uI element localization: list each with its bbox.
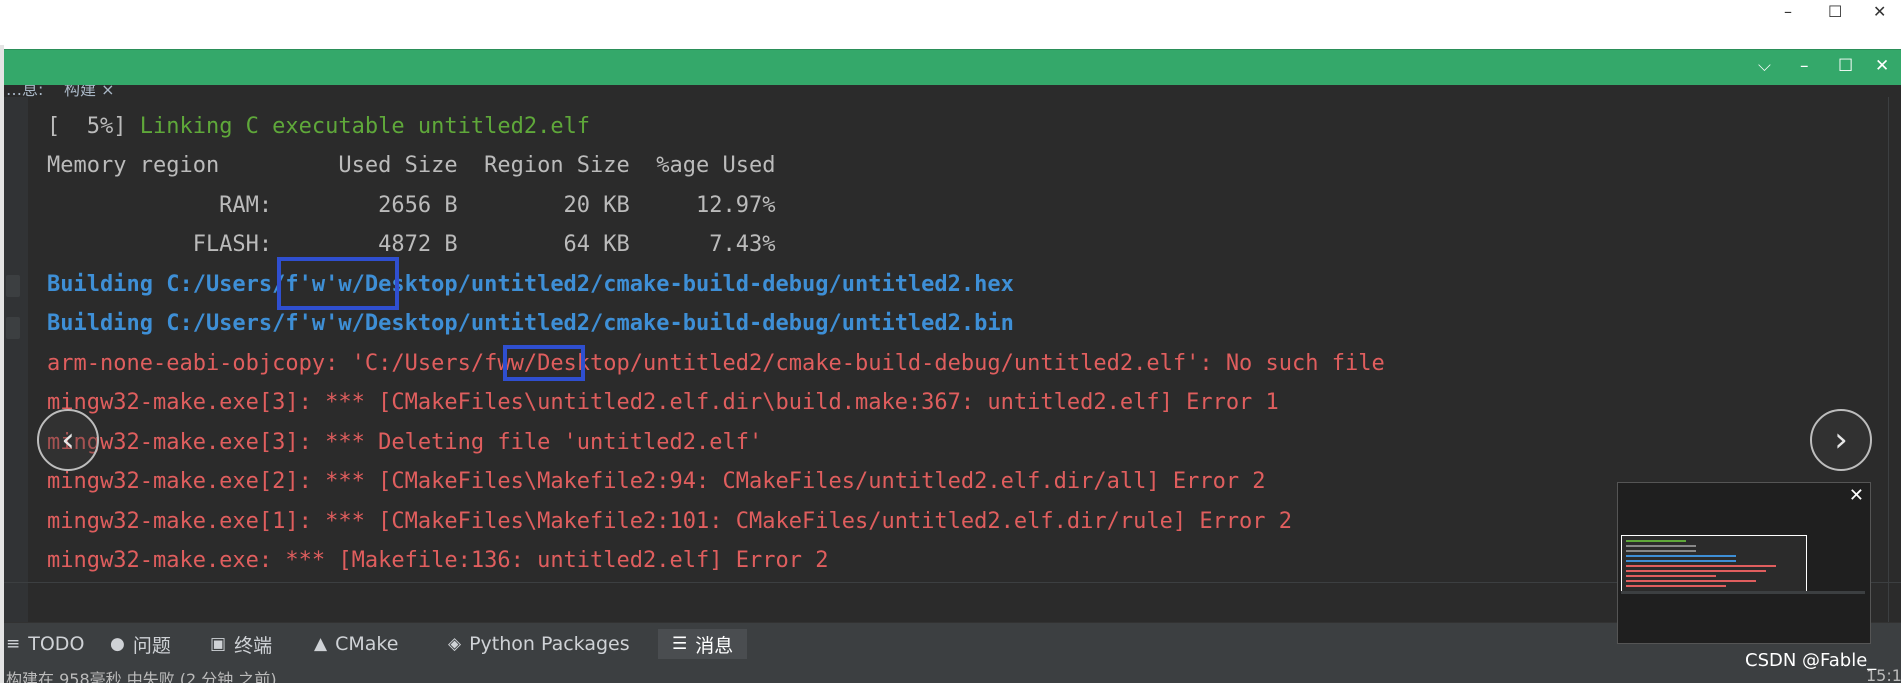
thumbnail-toolbar (1621, 591, 1865, 594)
packages-icon: ◈ (448, 634, 462, 654)
panel-close-button[interactable]: ✕ (1875, 56, 1889, 76)
tool-messages[interactable]: ☰ 消息 (658, 629, 748, 659)
tool-python-packages[interactable]: ◈ Python Packages (448, 629, 630, 659)
tool-terminal[interactable]: ▣ 终端 (210, 629, 272, 659)
tool-problems[interactable]: ● 问题 (110, 629, 171, 659)
tool-window-header (4, 49, 1901, 86)
building-bin-line[interactable]: Building C:/Users/f'w'w/Desktop/untitled… (47, 311, 1014, 337)
thumbnail-viewport (1621, 535, 1807, 594)
objcopy-error-line: arm-none-eabi-objcopy: 'C:/Users/fww/Des… (47, 351, 1385, 376)
memory-row-flash: FLASH: 4872 B 64 KB 7.43% (47, 232, 776, 257)
make-error-line: mingw32-make.exe: *** [Makefile:136: unt… (47, 548, 829, 573)
building-hex-line[interactable]: Building C:/Users/f'w'w/Desktop/untitled… (47, 272, 1014, 298)
todo-icon: ≡ (6, 634, 21, 654)
thumbnail-preview[interactable]: ✕ (1617, 482, 1871, 644)
thumbnail-close-button[interactable]: ✕ (1849, 485, 1864, 506)
status-bar: 构建在 958毫秒 中失败 (2 分钟 之前) 15:1 (4, 664, 1901, 683)
terminal-icon: ▣ (210, 634, 227, 654)
make3-error-line: mingw32-make.exe[3]: *** [CMakeFiles\unt… (47, 390, 1279, 415)
tool-cmake[interactable]: ▲ CMake (314, 629, 398, 659)
progress-prefix: [ 5%] (47, 114, 140, 139)
window-maximize-button[interactable]: ☐ (1828, 2, 1842, 21)
panel-options-dropdown[interactable]: ⌵ (1758, 56, 1771, 76)
gutter-marker[interactable] (6, 317, 20, 339)
tool-cmake-label: CMake (335, 633, 399, 655)
cmake-icon: ▲ (314, 634, 328, 654)
make1-error-line: mingw32-make.exe[1]: *** [CMakeFiles\Mak… (47, 509, 1293, 534)
messages-icon: ☰ (672, 634, 688, 654)
tool-todo[interactable]: ≡ TODO (6, 629, 84, 659)
gutter-marker[interactable] (6, 275, 20, 297)
highlight-box-username-plain (503, 345, 585, 381)
linking-text: Linking C executable untitled2.elf (139, 114, 591, 139)
console-line-linking: [ 5%] Linking C executable untitled2.elf (47, 114, 590, 140)
console-scrollbar[interactable] (1888, 97, 1901, 622)
tool-python-packages-label: Python Packages (469, 633, 630, 655)
tool-todo-label: TODO (28, 633, 85, 655)
console-tab-strip: …息: 构建 × (4, 85, 1901, 97)
next-image-button[interactable]: › (1810, 409, 1872, 471)
console-gutter (4, 97, 28, 622)
window-close-button[interactable]: ✕ (1873, 2, 1886, 21)
memory-table-header: Memory region Used Size Region Size %age… (47, 153, 776, 178)
window-minimize-button[interactable]: – (1784, 2, 1792, 21)
tool-terminal-label: 终端 (234, 634, 273, 657)
outer-window-titlebar (0, 0, 1901, 45)
highlight-box-username-quoted (277, 257, 399, 310)
prev-image-button[interactable]: ‹ (37, 409, 99, 471)
csdn-watermark: CSDN @Fable_ (1745, 650, 1877, 671)
problems-icon: ● (110, 634, 125, 654)
tool-messages-label: 消息 (695, 634, 734, 657)
tool-problems-label: 问题 (132, 634, 171, 657)
make3-delete-line: mingw32-make.exe[3]: *** Deleting file '… (47, 430, 763, 455)
memory-row-ram: RAM: 2656 B 20 KB 12.97% (47, 193, 776, 218)
panel-minimize-button[interactable]: – (1800, 56, 1809, 76)
build-status-text: 构建在 958毫秒 中失败 (2 分钟 之前) (6, 670, 277, 683)
panel-maximize-button[interactable]: ☐ (1838, 56, 1853, 76)
tab-build[interactable]: 构建 × (64, 85, 115, 97)
tab-label-fragment: …息: (6, 85, 44, 97)
make2-error-line: mingw32-make.exe[2]: *** [CMakeFiles\Mak… (47, 469, 1266, 494)
